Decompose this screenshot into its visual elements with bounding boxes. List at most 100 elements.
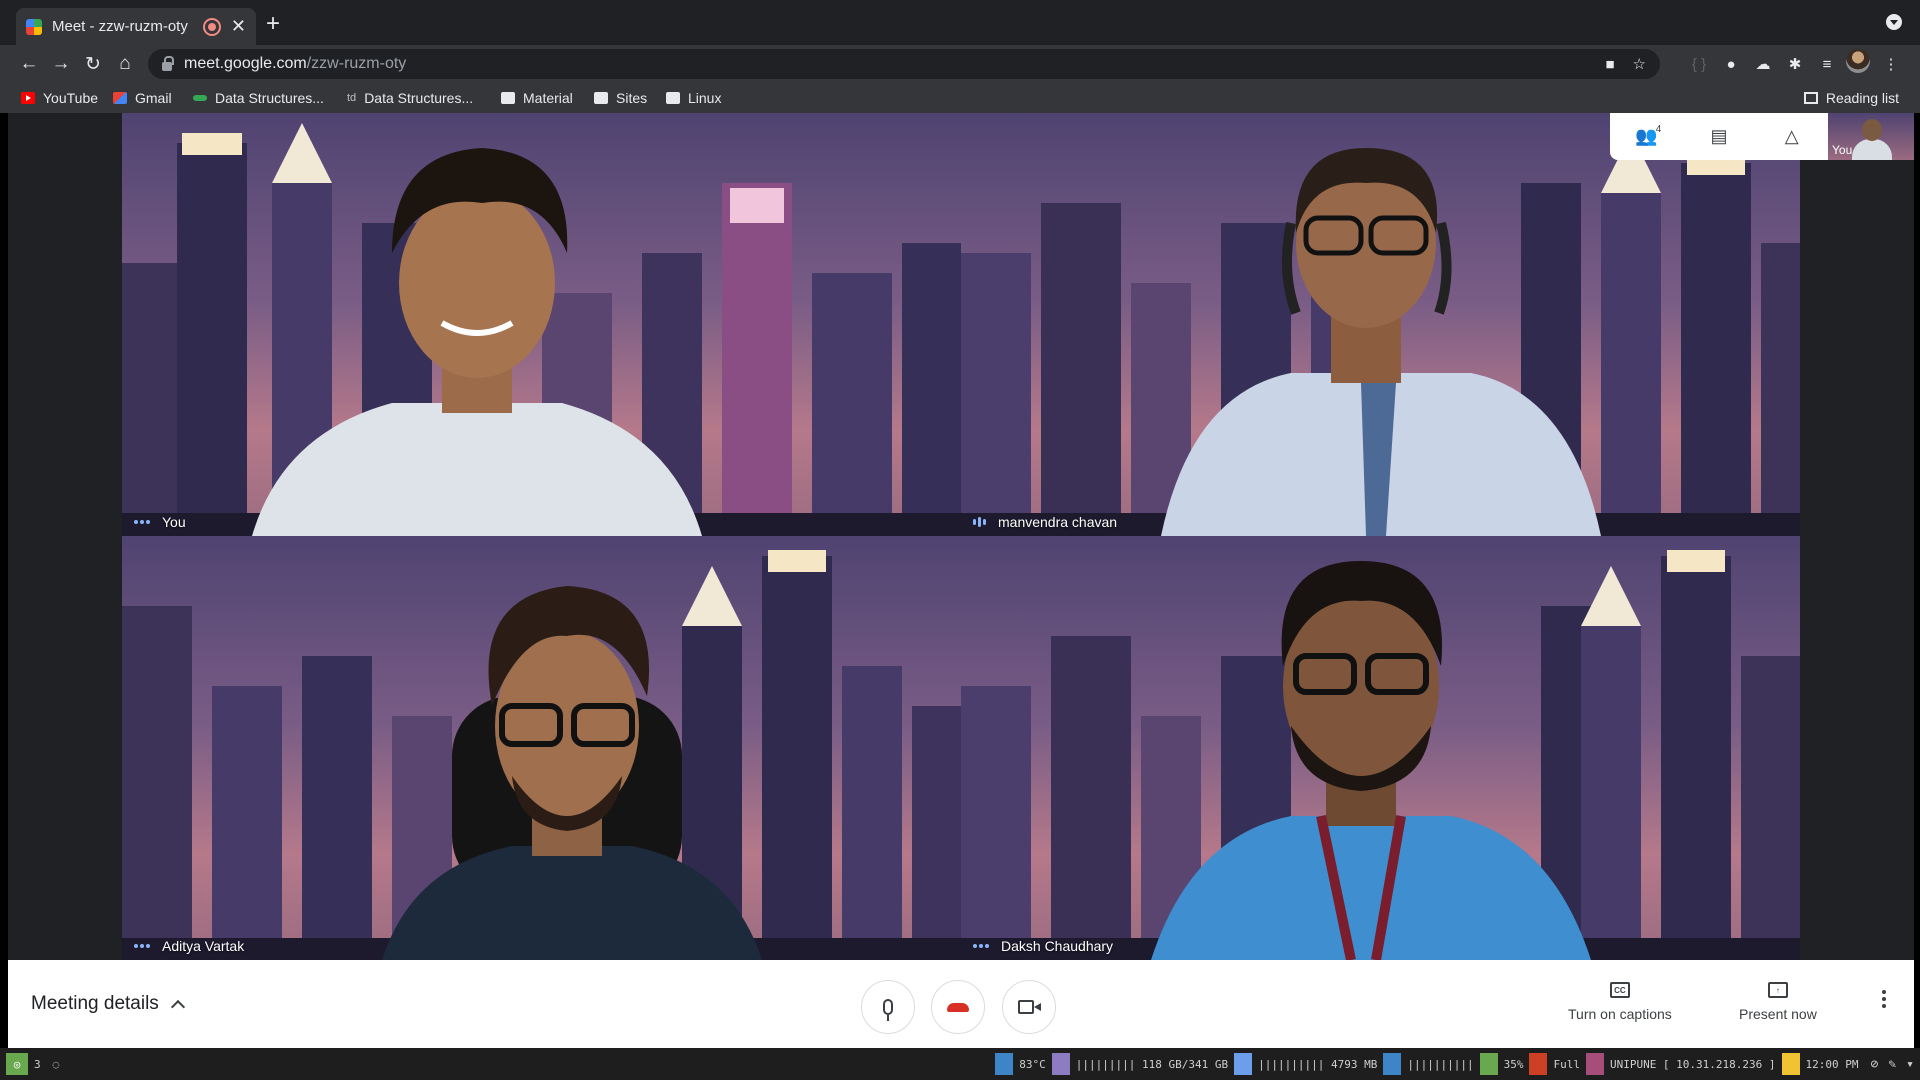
bookmark-label: Gmail [135,90,172,106]
address-bar[interactable]: meet.google.com/zzw-ruzm-oty ■ ☆ [148,49,1660,79]
show-everyone-button[interactable]: 👥 4 [1631,122,1661,152]
extension-braces-icon[interactable]: { } [1686,45,1712,83]
profile-avatar[interactable] [1846,49,1870,73]
battery-icon [1529,1053,1548,1075]
extensions-puzzle-icon[interactable]: ✱ [1782,45,1808,83]
volume-widget[interactable]: |||||||||| [1383,1053,1479,1075]
present-now-button[interactable]: ↑ Present now [1739,982,1817,1022]
disk-widget: ||||||||| 118 GB/341 GB [1051,1053,1234,1075]
participant-label: You [134,514,186,530]
url-path: /zzw-ruzm-oty [306,55,407,72]
camera-in-use-icon[interactable]: ■ [1605,56,1614,73]
clock-value: 12:00 PM [1805,1057,1859,1071]
clock-widget[interactable]: 12:00 PM [1781,1053,1865,1075]
chrome-menu-icon[interactable]: ⋮ [1878,45,1904,83]
workspace-indicator[interactable]: 3 [28,1053,47,1075]
td-icon: td [347,92,357,104]
bookmark-data-structures-1[interactable]: Data Structures... [193,83,324,113]
video-tile-daksh[interactable]: Daksh Chaudhary [961,536,1800,960]
leave-call-button[interactable] [931,980,985,1034]
meeting-details-button[interactable]: Meeting details [31,960,185,1048]
folder-icon [666,92,680,104]
attach-icon[interactable]: ✎ [1888,1057,1896,1072]
wifi-icon [1585,1053,1604,1075]
url-host: meet.google.com [184,55,307,72]
participant-video-manvendra [1161,148,1601,536]
bookmark-data-structures-2[interactable]: td Data Structures... [347,83,473,113]
present-label: Present now [1739,1006,1817,1022]
extension-cloud-icon[interactable]: ☁ [1750,45,1776,83]
camera-icon [1018,1000,1041,1014]
lock-icon [162,55,174,71]
battery-value: Full [1553,1057,1580,1071]
wifi-widget[interactable]: UNIPUNE [ 10.31.218.236 ] [1585,1053,1782,1075]
extension-colorful-icon[interactable]: ● [1718,45,1744,83]
participant-name: manvendra chavan [998,514,1118,530]
audio-level-icon [134,944,150,948]
participant-name: You [162,514,186,530]
bookmark-label: Material [523,90,573,106]
video-tile-aditya[interactable]: Aditya Vartak [122,536,961,960]
temperature-value: 83°C [1019,1057,1046,1071]
meet-stage: You manvendra chavan Aditya Vartak Daksh… [8,113,1914,960]
wifi-value: UNIPUNE [ 10.31.218.236 ] [1609,1057,1776,1071]
disk-icon [1051,1053,1070,1075]
gmail-icon [113,92,127,104]
folder-icon [594,92,608,104]
captions-button[interactable]: CC Turn on captions [1568,982,1672,1022]
participant-label: Aditya Vartak [134,938,244,954]
forward-button[interactable]: → [46,45,76,83]
clock-icon [1781,1053,1800,1075]
bookmarks-bar: YouTube Gmail Data Structures... td Data… [0,83,1920,113]
camera-button[interactable] [1002,980,1056,1034]
chat-button[interactable]: ▤ [1704,122,1734,152]
dnd-icon[interactable]: ⊘ [1871,1057,1879,1072]
bookmark-youtube[interactable]: YouTube [21,83,98,113]
microphone-button[interactable] [861,980,915,1034]
whatsapp-icon[interactable]: ◌ [47,1053,66,1075]
tab-search-icon[interactable] [1886,14,1902,30]
video-tile-manvendra[interactable]: manvendra chavan [961,113,1800,536]
home-button[interactable]: ⌂ [110,45,140,83]
chevron-up-icon [170,999,185,1015]
new-tab-button[interactable]: + [266,10,280,38]
bookmark-folder-sites[interactable]: Sites [594,83,647,113]
tray-icons: ⊘ ✎ ▾ [1865,1053,1920,1075]
bookmark-label: Data Structures... [215,90,324,106]
site-icon [193,95,207,101]
meeting-details-label: Meeting details [31,993,159,1014]
bookmark-folder-linux[interactable]: Linux [666,83,721,113]
audio-level-icon [134,520,150,524]
thermometer-icon [995,1053,1014,1075]
system-status-bar: ◎ 3 ◌ 83°C ||||||||| 118 GB/341 GB |||||… [0,1048,1920,1080]
participant-name: Aditya Vartak [162,938,245,954]
reading-list-button[interactable]: Reading list [1803,83,1899,113]
media-queue-icon[interactable]: ≡ [1814,45,1840,83]
folder-icon [501,92,515,104]
bookmark-star-icon[interactable]: ☆ [1633,55,1646,73]
tab-meet[interactable]: Meet - zzw-ruzm-oty ✕ [16,8,256,45]
tab-title: Meet - zzw-ruzm-oty [52,18,188,35]
youtube-icon [21,92,35,104]
speaking-indicator-icon [973,517,986,527]
browser-toolbar: ← → ↻ ⌂ meet.google.com/zzw-ruzm-oty ■ ☆… [0,45,1920,83]
captions-label: Turn on captions [1568,1006,1672,1022]
meet-top-controls: 👥 4 ▤ △ [1610,113,1828,160]
close-tab-icon[interactable]: ✕ [231,16,246,37]
bookmark-folder-material[interactable]: Material [501,83,573,113]
back-button[interactable]: ← [14,45,44,83]
network-globe-icon: ◎ [6,1053,28,1075]
volume-icon [1383,1053,1402,1075]
tray-wifi-icon[interactable]: ▾ [1906,1057,1914,1072]
recording-indicator-icon [204,19,219,34]
participant-video-daksh [1151,561,1591,960]
brightness-widget[interactable]: 35% [1479,1053,1530,1075]
bookmark-gmail[interactable]: Gmail [113,83,172,113]
more-options-icon [1882,990,1886,994]
reload-button[interactable]: ↻ [78,45,108,83]
activities-button[interactable]: △ [1777,122,1807,152]
video-tile-you[interactable]: You [122,113,961,536]
more-options-button[interactable] [1882,990,1886,1008]
self-preview-thumbnail[interactable]: You [1828,113,1914,160]
bookmark-label: Linux [688,90,722,106]
